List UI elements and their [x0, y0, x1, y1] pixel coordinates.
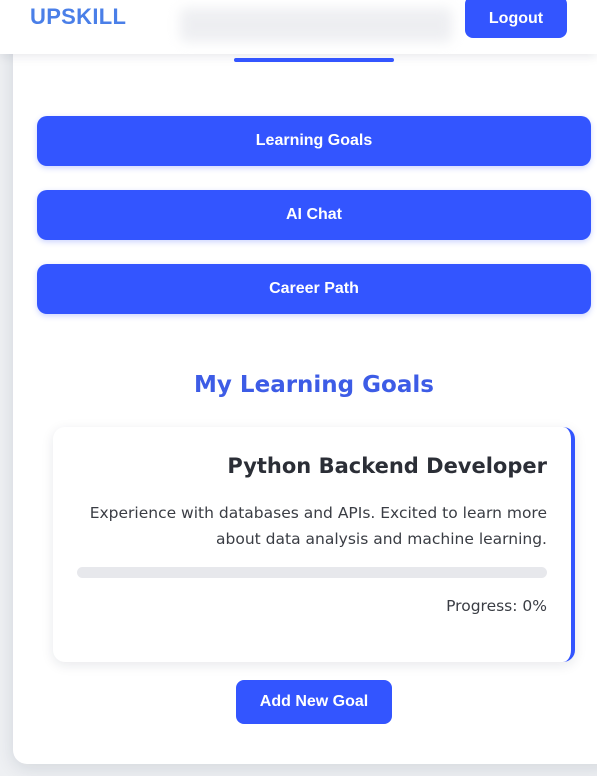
- logout-button[interactable]: Logout: [465, 0, 567, 38]
- section-title: My Learning Goals: [194, 372, 434, 398]
- career-path-button[interactable]: Career Path: [37, 264, 591, 314]
- ai-chat-button[interactable]: AI Chat: [37, 190, 591, 240]
- page: UPSKILL Logout Learning Goals AI Chat Ca…: [0, 0, 597, 776]
- app-logo[interactable]: UPSKILL: [30, 4, 126, 30]
- learning-goals-button[interactable]: Learning Goals: [37, 116, 591, 166]
- goal-progress-bar: [77, 567, 547, 578]
- goal-title: Python Backend Developer: [227, 454, 547, 478]
- top-navbar: UPSKILL Logout: [0, 0, 597, 54]
- goal-card[interactable]: Python Backend Developer Experience with…: [53, 427, 575, 662]
- title-underline: [234, 58, 394, 62]
- navbar-title-placeholder: [180, 8, 452, 42]
- goal-progress-text: Progress: 0%: [446, 597, 547, 615]
- goal-description: Experience with databases and APIs. Exci…: [89, 504, 547, 548]
- add-new-goal-button[interactable]: Add New Goal: [236, 680, 392, 724]
